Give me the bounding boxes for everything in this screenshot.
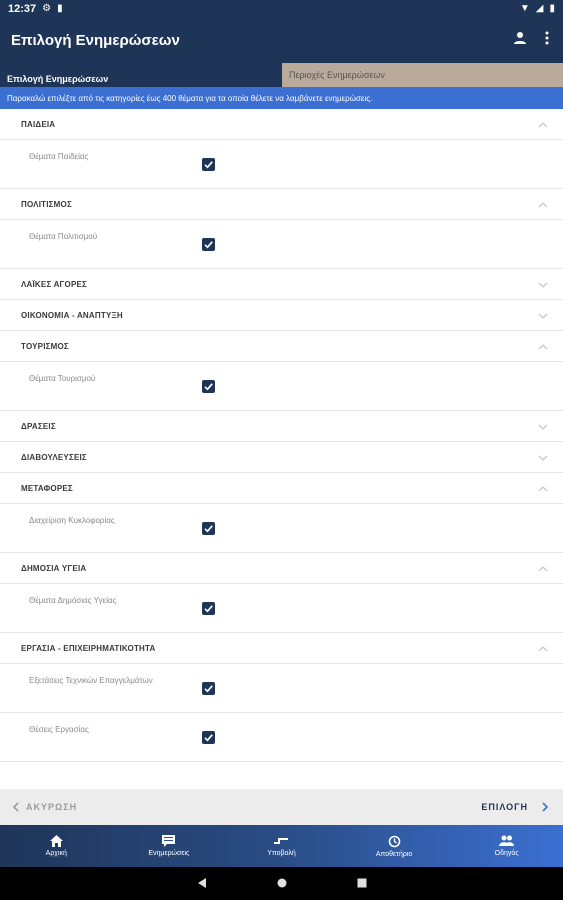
- category-label: ΟΙΚΟΝΟΜΙΑ - ΑΝΑΠΤΥΞΗ: [21, 310, 123, 320]
- subcategory-row: Διαχείριση Κυκλοφορίας: [0, 504, 563, 553]
- status-time: 12:37: [8, 2, 37, 15]
- nav-updates-label: Ενημερώσεις: [148, 850, 190, 857]
- select-label: ΕΠΙΛΟΓΗ: [481, 802, 528, 812]
- chevron-down-icon[interactable]: [538, 277, 548, 288]
- action-bar: ΑΚΥΡΩΣΗ ΕΠΙΛΟΓΗ: [0, 789, 563, 825]
- cancel-label: ΑΚΥΡΩΣΗ: [26, 802, 78, 812]
- nav-guide[interactable]: Οδηγός: [450, 825, 563, 867]
- chevron-up-icon[interactable]: [538, 339, 548, 350]
- app-bar: Επιλογή Ενημερώσεων: [0, 17, 563, 63]
- cancel-button[interactable]: ΑΚΥΡΩΣΗ: [12, 802, 77, 812]
- category-header[interactable]: ΕΡΓΑΣΙΑ - ΕΠΙΧΕΙΡΗΜΑΤΙΚΟΤΗΤΑ: [0, 633, 563, 664]
- subcategory-row: Θέματα Πολιτισμού: [0, 220, 563, 269]
- message-icon: [162, 835, 176, 847]
- subcategory-row: Θέματα Παιδείας: [0, 140, 563, 189]
- chevron-down-icon[interactable]: [538, 308, 548, 319]
- category-header[interactable]: ΤΟΥΡΙΣΜΟΣ: [0, 331, 563, 362]
- category-label: ΛΑΪΚΕΣ ΑΓΟΡΕΣ: [21, 279, 88, 289]
- category-label: ΔΡΑΣΕΙΣ: [21, 421, 56, 431]
- chevron-down-icon[interactable]: [538, 419, 548, 430]
- chevron-up-icon[interactable]: [538, 117, 548, 128]
- checkbox[interactable]: [202, 682, 215, 695]
- checkbox[interactable]: [202, 238, 215, 251]
- category-header[interactable]: ΜΕΤΑΦΟΡΕΣ: [0, 473, 563, 504]
- wifi-icon: ▼: [519, 3, 530, 14]
- bottom-nav: Αρχική Ενημερώσεις Υποβολή Αποθετήριο Οδ…: [0, 825, 563, 867]
- nav-repository-label: Αποθετήριο: [375, 850, 413, 858]
- category-header[interactable]: ΔΗΜΟΣΙΑ ΥΓΕΙΑ: [0, 553, 563, 584]
- subcategory-label: Θέσεις Εργασίας: [29, 725, 89, 734]
- subcategory-label: Θέματα Παιδείας: [29, 152, 89, 161]
- category-label: ΜΕΤΑΦΟΡΕΣ: [21, 483, 73, 493]
- subcategory-row: Θέσεις Εργασίας: [0, 713, 563, 762]
- chevron-left-icon: [12, 802, 19, 812]
- subcategory-label: Θέματα Πολιτισμού: [29, 232, 98, 241]
- checkbox[interactable]: [202, 522, 215, 535]
- submit-icon: [274, 838, 289, 844]
- category-header[interactable]: ΟΙΚΟΝΟΜΙΑ - ΑΝΑΠΤΥΞΗ: [0, 300, 563, 331]
- category-list: ΠΑΙΔΕΙΑ Θέματα Παιδείας ΠΟΛΙΤΙΣΜΟΣ Θέματα Π…: [0, 109, 563, 762]
- chevron-down-icon[interactable]: [538, 450, 548, 461]
- nav-repository[interactable]: Αποθετήριο: [338, 825, 451, 867]
- category-header[interactable]: ΔΙΑΒΟΥΛΕΥΣΕΙΣ: [0, 442, 563, 473]
- nav-updates[interactable]: Ενημερώσεις: [113, 825, 226, 867]
- info-banner: Παρακαλώ επιλέξτε από τις κατηγορίες έως…: [0, 87, 563, 109]
- gear-icon: ⚙: [42, 3, 52, 14]
- home-icon: [49, 835, 63, 847]
- back-icon[interactable]: [197, 875, 207, 893]
- subcategory-label: Θέματα Δημόσιας Υγείας: [29, 596, 117, 605]
- people-icon: [499, 835, 515, 846]
- subcategory-row: Εξετάσεις Τεχνικών Επαγγελμάτων: [0, 664, 563, 713]
- history-icon: [388, 835, 400, 847]
- nav-guide-label: Οδηγός: [494, 850, 519, 857]
- tab-select-updates[interactable]: Επιλογή Ενημερώσεων: [0, 63, 282, 87]
- recents-icon[interactable]: [357, 875, 367, 893]
- nav-submit-label: Υποβολή: [267, 850, 296, 857]
- battery-icon: ▮: [549, 3, 555, 14]
- category-label: ΠΟΛΙΤΙΣΜΟΣ: [21, 199, 72, 209]
- category-header[interactable]: ΛΑΪΚΕΣ ΑΓΟΡΕΣ: [0, 269, 563, 300]
- account-icon[interactable]: [513, 31, 527, 50]
- nav-home-label: Αρχική: [45, 850, 67, 857]
- category-label: ΔΗΜΟΣΙΑ ΥΓΕΙΑ: [21, 563, 87, 573]
- nav-submit[interactable]: Υποβολή: [225, 825, 338, 867]
- subcategory-label: Θέματα Τουρισμού: [29, 374, 96, 383]
- tab-update-areas[interactable]: Περιοχές Ενημερώσεων: [282, 63, 563, 87]
- category-label: ΤΟΥΡΙΣΜΟΣ: [21, 341, 69, 351]
- checkbox[interactable]: [202, 380, 215, 393]
- category-header[interactable]: ΠΟΛΙΤΙΣΜΟΣ: [0, 189, 563, 220]
- chevron-up-icon[interactable]: [538, 641, 548, 652]
- status-bar: 12:37 ⚙ ▮ ▼ ◢ ▮: [0, 0, 563, 17]
- page-title: Επιλογή Ενημερώσεων: [11, 31, 180, 49]
- system-nav-bar: [0, 867, 563, 900]
- home-circle-icon[interactable]: [277, 875, 287, 893]
- checkbox[interactable]: [202, 731, 215, 744]
- chevron-up-icon[interactable]: [538, 197, 548, 208]
- chevron-up-icon[interactable]: [538, 561, 548, 572]
- subcategory-row: Θέματα Τουρισμού: [0, 362, 563, 411]
- subcategory-row: Θέματα Δημόσιας Υγείας: [0, 584, 563, 633]
- subcategory-label: Διαχείριση Κυκλοφορίας: [29, 516, 115, 525]
- select-button[interactable]: ΕΠΙΛΟΓΗ: [481, 802, 549, 812]
- chevron-up-icon[interactable]: [538, 481, 548, 492]
- category-header[interactable]: ΠΑΙΔΕΙΑ: [0, 109, 563, 140]
- signal-icon: ◢: [535, 3, 544, 14]
- category-label: ΔΙΑΒΟΥΛΕΥΣΕΙΣ: [21, 452, 87, 462]
- sd-card-icon: ▮: [57, 3, 63, 14]
- more-vert-icon[interactable]: [545, 31, 549, 50]
- category-label: ΕΡΓΑΣΙΑ - ΕΠΙΧΕΙΡΗΜΑΤΙΚΟΤΗΤΑ: [21, 643, 156, 653]
- checkbox[interactable]: [202, 158, 215, 171]
- subcategory-label: Εξετάσεις Τεχνικών Επαγγελμάτων: [29, 676, 153, 685]
- category-header[interactable]: ΔΡΑΣΕΙΣ: [0, 411, 563, 442]
- checkbox[interactable]: [202, 602, 215, 615]
- category-label: ΠΑΙΔΕΙΑ: [21, 119, 56, 129]
- chevron-right-icon: [542, 802, 549, 812]
- tab-bar: Επιλογή Ενημερώσεων Περιοχές Ενημερώσεων: [0, 63, 563, 87]
- nav-home[interactable]: Αρχική: [0, 825, 113, 867]
